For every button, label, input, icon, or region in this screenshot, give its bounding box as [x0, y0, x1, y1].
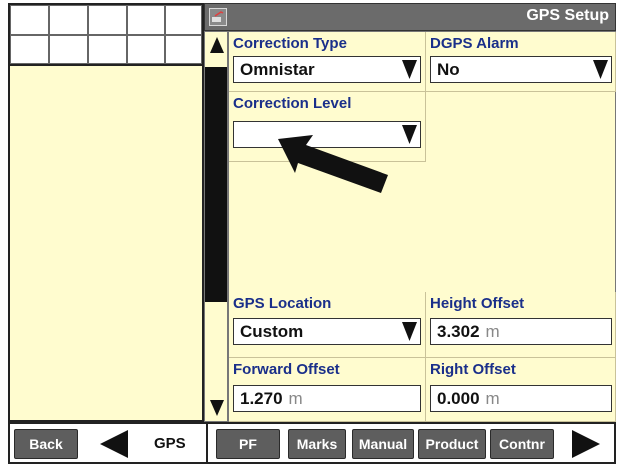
settings-panel: Correction Type Omnistar DGPS Alarm No C… — [228, 31, 616, 422]
left-panel — [8, 66, 204, 422]
height-offset-value: 3.302 — [437, 322, 480, 341]
forward-offset-unit: m — [288, 389, 303, 408]
height-offset-label: Height Offset — [430, 295, 525, 312]
divider — [206, 424, 208, 462]
right-offset-field: Right Offset 0.000 m — [426, 358, 616, 422]
triangle-left-icon — [100, 430, 128, 458]
dropdown-icon — [592, 59, 609, 80]
page-title: GPS Setup — [526, 7, 609, 24]
tab-marks[interactable]: Marks — [288, 429, 346, 459]
height-offset-input[interactable]: 3.302 m — [430, 318, 612, 345]
next-page-button[interactable] — [570, 427, 602, 461]
tab-pf[interactable]: PF — [216, 429, 280, 459]
grid-cell[interactable] — [127, 35, 165, 64]
triangle-down-icon — [209, 400, 224, 416]
tab-product[interactable]: Product — [418, 429, 486, 459]
correction-type-label: Correction Type — [233, 35, 347, 52]
scrollbar[interactable] — [204, 31, 228, 422]
correction-type-value: Omnistar — [240, 60, 315, 79]
gps-location-field: GPS Location Custom — [229, 292, 426, 358]
shortcut-grid — [8, 3, 204, 66]
grid-cell[interactable] — [10, 35, 49, 64]
scroll-thumb[interactable] — [205, 67, 227, 302]
right-offset-value: 0.000 — [437, 389, 480, 408]
dgps-alarm-dropdown[interactable]: No — [430, 56, 612, 83]
gps-location-label: GPS Location — [233, 295, 332, 312]
window-icon — [209, 8, 227, 26]
display-screen: GPS Setup Correction Type Omnistar DGPS … — [0, 0, 624, 468]
forward-offset-field: Forward Offset 1.270 m — [229, 358, 426, 422]
dgps-alarm-value: No — [437, 60, 460, 79]
gps-location-dropdown[interactable]: Custom — [233, 318, 421, 345]
grid-cell[interactable] — [49, 35, 88, 64]
correction-level-label: Correction Level — [233, 95, 352, 112]
grid-cell[interactable] — [165, 35, 202, 64]
grid-cell[interactable] — [49, 5, 88, 35]
dgps-alarm-field: DGPS Alarm No — [426, 32, 616, 92]
current-page-label: GPS — [154, 435, 186, 452]
height-offset-field: Height Offset 3.302 m — [426, 292, 616, 358]
right-offset-unit: m — [485, 389, 500, 408]
forward-offset-input[interactable]: 1.270 m — [233, 385, 421, 412]
right-offset-input[interactable]: 0.000 m — [430, 385, 612, 412]
dropdown-icon — [401, 124, 418, 145]
grid-cell[interactable] — [127, 5, 165, 35]
dropdown-icon — [401, 59, 418, 80]
dgps-alarm-label: DGPS Alarm — [430, 35, 519, 52]
scroll-down-button[interactable] — [207, 397, 226, 419]
height-offset-unit: m — [485, 322, 500, 341]
grid-cell[interactable] — [10, 5, 49, 35]
right-offset-label: Right Offset — [430, 361, 516, 378]
gps-location-value: Custom — [240, 322, 304, 341]
correction-type-field: Correction Type Omnistar — [229, 32, 426, 92]
grid-cell[interactable] — [88, 35, 127, 64]
forward-offset-value: 1.270 — [240, 389, 283, 408]
pointer-arrow-icon — [278, 135, 388, 193]
scroll-up-button[interactable] — [207, 34, 226, 56]
back-button[interactable]: Back — [14, 429, 78, 459]
prev-page-button[interactable] — [98, 427, 130, 461]
dropdown-icon — [401, 321, 418, 342]
tab-manual[interactable]: Manual — [352, 429, 414, 459]
tab-contnr[interactable]: Contnr — [490, 429, 554, 459]
correction-type-dropdown[interactable]: Omnistar — [233, 56, 421, 83]
grid-cell[interactable] — [88, 5, 127, 35]
triangle-right-icon — [572, 430, 600, 458]
grid-cell[interactable] — [165, 5, 202, 35]
title-bar: GPS Setup — [204, 3, 616, 31]
triangle-up-icon — [209, 37, 224, 53]
bottom-nav-bar: Back GPS PF Marks Manual Product Contnr — [8, 422, 616, 464]
forward-offset-label: Forward Offset — [233, 361, 340, 378]
